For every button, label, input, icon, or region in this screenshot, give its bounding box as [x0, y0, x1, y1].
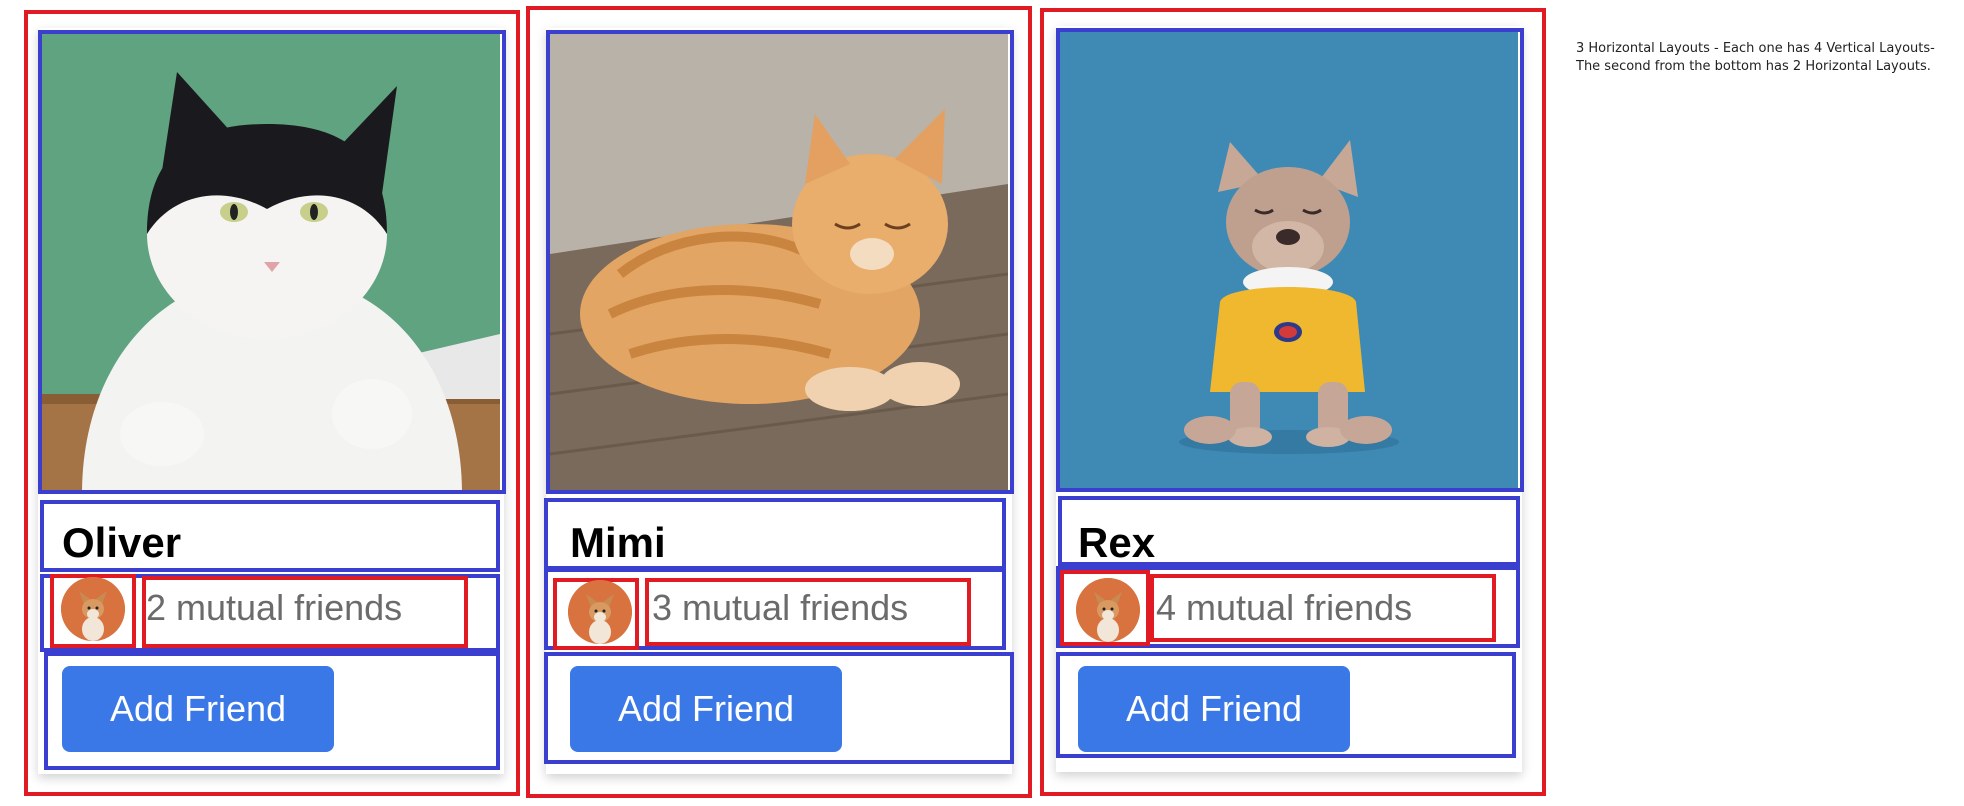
- mutual-friends-count: 4 mutual friends: [1156, 587, 1413, 628]
- corgi-icon: [568, 580, 632, 644]
- mutual-friends-count: 2 mutual friends: [146, 587, 403, 628]
- add-friend-button[interactable]: Add Friend: [62, 666, 334, 752]
- photo-layout-mimi: [546, 30, 1014, 494]
- corgi-icon: [61, 577, 125, 641]
- avatar: [568, 580, 632, 644]
- corgi-icon: [1076, 578, 1140, 642]
- profile-name: Mimi: [570, 519, 666, 566]
- avatar: [61, 577, 125, 641]
- avatar: [1076, 578, 1140, 642]
- layout-annotation-note: 3 Horizontal Layouts - Each one has 4 Ve…: [1576, 41, 1935, 74]
- add-friend-button[interactable]: Add Friend: [1078, 666, 1350, 752]
- photo-layout-oliver: [38, 30, 506, 494]
- add-friend-button[interactable]: Add Friend: [570, 666, 842, 752]
- page: Oliver 2 mutual friends Add Friend Mimi …: [0, 0, 1964, 806]
- mutual-friends-count: 3 mutual friends: [652, 587, 909, 628]
- profile-name: Oliver: [62, 519, 182, 566]
- photo-layout-rex: [1056, 28, 1524, 492]
- profile-name: Rex: [1078, 519, 1156, 566]
